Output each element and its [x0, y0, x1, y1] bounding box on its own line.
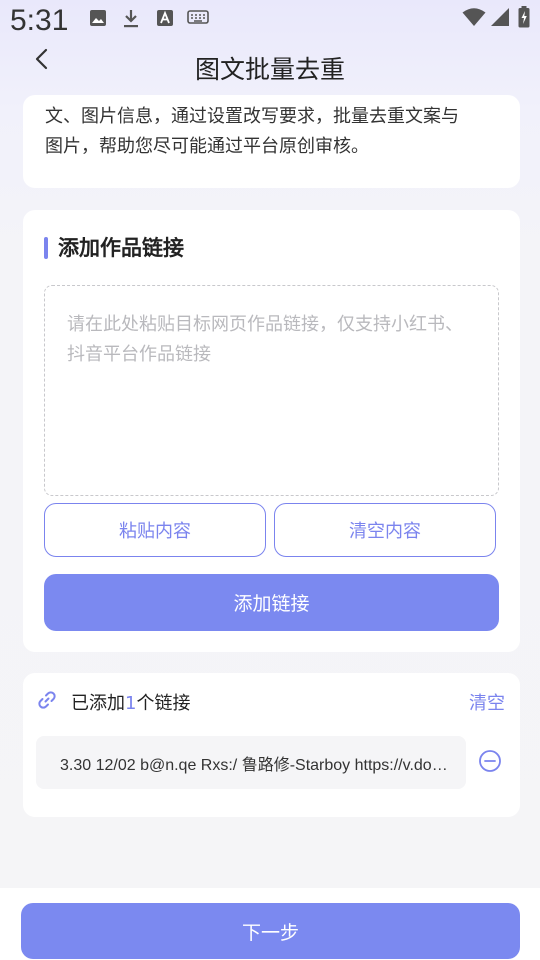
added-count: 1	[125, 693, 137, 714]
clear-content-button[interactable]: 清空内容	[274, 503, 496, 557]
download-icon	[122, 9, 140, 33]
link-input[interactable]	[67, 310, 477, 480]
link-item-text: 3.30 12/02 b@n.qe Rxs:/ 鲁路修-Starboy http…	[60, 757, 450, 774]
link-icon	[37, 690, 57, 714]
image-icon	[89, 9, 107, 31]
next-step-button[interactable]: 下一步	[21, 903, 520, 959]
add-link-card: 添加作品链接 粘贴内容 清空内容 添加链接	[23, 210, 520, 652]
added-suffix: 个链接	[136, 693, 191, 714]
intro-text: 文、图片信息，通过设置改写要求，批量去重文案与 图片，帮助您尽可能通过平台原创审…	[45, 106, 505, 162]
list-item: 3.30 12/02 b@n.qe Rxs:/ 鲁路修-Starboy http…	[36, 736, 466, 789]
section-accent-bar	[44, 237, 48, 259]
page-title: 图文批量去重	[194, 55, 345, 84]
font-icon	[156, 9, 174, 31]
battery-charging-icon	[518, 6, 530, 32]
remove-circle-icon[interactable]	[478, 749, 502, 777]
keyboard-icon	[187, 9, 209, 29]
signal-icon	[490, 7, 510, 31]
added-prefix: 已添加	[71, 693, 125, 714]
intro-line-1: 文、图片信息，通过设置改写要求，批量去重文案与	[45, 106, 459, 127]
paste-button[interactable]: 粘贴内容	[44, 503, 266, 557]
added-links-card: 已添加1个链接 清空 3.30 12/02 b@n.qe Rxs:/ 鲁路修-S…	[23, 673, 520, 817]
bottom-bar: 下一步	[0, 888, 540, 960]
section-title: 添加作品链接	[58, 236, 184, 260]
wifi-icon	[462, 7, 486, 31]
status-bar: 5:31	[0, 0, 540, 44]
intro-line-2: 图片，帮助您尽可能通过平台原创审核。	[45, 136, 369, 157]
link-input-box	[44, 285, 499, 496]
added-count-text: 已添加1个链接	[71, 689, 190, 715]
add-link-button[interactable]: 添加链接	[44, 574, 499, 631]
status-time: 5:31	[10, 4, 69, 37]
clear-all-button[interactable]: 清空	[469, 689, 505, 715]
intro-card: 文、图片信息，通过设置改写要求，批量去重文案与 图片，帮助您尽可能通过平台原创审…	[23, 95, 520, 188]
